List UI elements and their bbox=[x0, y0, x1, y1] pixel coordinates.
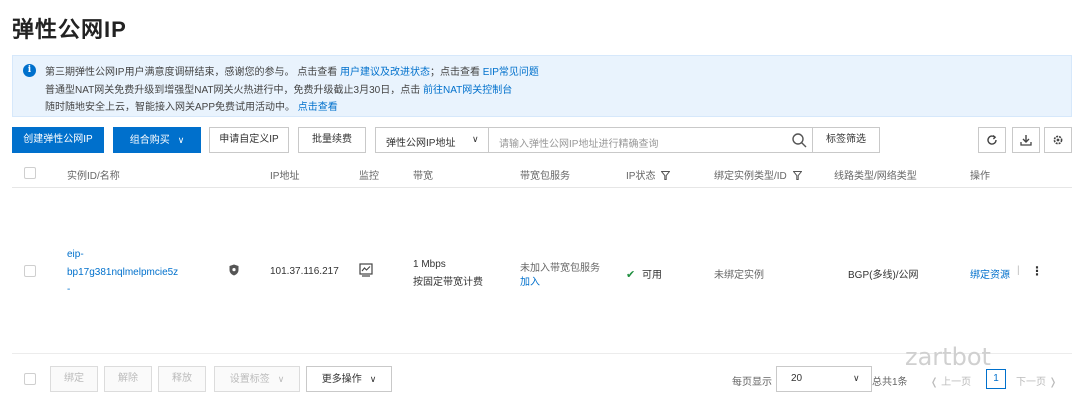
settings-icon[interactable] bbox=[1044, 127, 1072, 153]
more-operations-label: 更多操作 bbox=[321, 374, 362, 385]
header-line-type: 线路类型/网络类型 bbox=[834, 171, 917, 182]
header-bound-type[interactable]: 绑定实例类型/ID bbox=[714, 167, 802, 182]
notice-text: ；点击查看 bbox=[430, 67, 481, 78]
chevron-left-icon: ❬ bbox=[930, 377, 939, 388]
ip-status-label: 可用 bbox=[642, 270, 662, 281]
notice-line-1: 第三期弹性公网IP用户满意度调研结束，感谢您的参与。 点击查看 用户建议及改进状… bbox=[45, 63, 539, 78]
combo-purchase-button[interactable]: 组合购买 ∨ bbox=[113, 127, 201, 153]
line-type: BGP(多线)/公网 bbox=[848, 270, 919, 281]
table-row: eip- bp17g381nqlmelpmcie5z - 101.37.116.… bbox=[12, 189, 1072, 354]
page-size-value: 20 bbox=[791, 373, 803, 384]
filter-icon[interactable] bbox=[792, 171, 802, 180]
feedback-status-link[interactable]: 用户建议及改进状态 bbox=[340, 67, 430, 78]
notice-line-3: 随时随地安全上云，智能接入网关APP免费试用活动中。 点击查看 bbox=[45, 98, 338, 113]
nat-console-link[interactable]: 前往NAT网关控制台 bbox=[423, 85, 512, 96]
total-count: 总共1条 bbox=[872, 377, 908, 388]
watermark: zartbot bbox=[905, 343, 991, 371]
table-header: 实例ID/名称 IP地址 监控 带宽 带宽包服务 IP状态 绑定实例类型/ID … bbox=[12, 158, 1072, 188]
release-button[interactable]: 释放 bbox=[158, 366, 206, 392]
chevron-down-icon: ∨ bbox=[369, 374, 377, 384]
toolbar: 创建弹性公网IP 组合购买 ∨ 申请自定义IP 批量续费 弹性公网IP地址 ∨ 请… bbox=[12, 127, 1072, 153]
more-icon[interactable]: ⋮ bbox=[1031, 264, 1043, 278]
eip-faq-link[interactable]: EIP常见问题 bbox=[483, 67, 539, 78]
ip-address: 101.37.116.217 bbox=[270, 266, 339, 277]
combo-purchase-label: 组合购买 bbox=[129, 135, 170, 146]
refresh-icon[interactable] bbox=[978, 127, 1006, 153]
bind-button[interactable]: 绑定 bbox=[50, 366, 98, 392]
header-bound-type-label: 绑定实例类型/ID bbox=[714, 171, 787, 182]
search-field-select[interactable]: 弹性公网IP地址 ∨ bbox=[375, 127, 489, 153]
next-page-label: 下一页 bbox=[1016, 377, 1046, 388]
notice-banner: i 第三期弹性公网IP用户满意度调研结束，感谢您的参与。 点击查看 用户建议及改… bbox=[12, 55, 1072, 117]
search-input[interactable]: 请输入弹性公网IP地址进行精确查询 bbox=[489, 127, 816, 153]
download-icon[interactable] bbox=[1012, 127, 1040, 153]
header-bandwidth-package: 带宽包服务 bbox=[520, 171, 570, 182]
footer-select-all-checkbox[interactable] bbox=[24, 373, 36, 385]
instance-id-link[interactable]: eip- bbox=[67, 249, 84, 260]
search-field-value: 弹性公网IP地址 bbox=[386, 138, 456, 149]
billing-method: 按固定带宽计费 bbox=[413, 277, 483, 288]
search-placeholder: 请输入弹性公网IP地址进行精确查询 bbox=[499, 139, 659, 150]
chevron-down-icon: ∨ bbox=[853, 373, 860, 383]
set-tags-button[interactable]: 设置标签 ∨ bbox=[214, 366, 300, 392]
next-page-button[interactable]: 下一页 ❭ bbox=[1016, 373, 1057, 388]
chevron-right-icon: ❭ bbox=[1048, 377, 1058, 388]
notice-text: 随时随地安全上云，智能接入网关APP免费试用活动中。 bbox=[45, 102, 296, 113]
create-eip-button[interactable]: 创建弹性公网IP bbox=[12, 127, 104, 153]
select-all-checkbox[interactable] bbox=[24, 167, 36, 179]
view-details-link[interactable]: 点击查看 bbox=[298, 102, 338, 113]
instance-id-link[interactable]: bp17g381nqlmelpmcie5z bbox=[67, 267, 178, 278]
chevron-down-icon: ∨ bbox=[277, 374, 285, 384]
batch-renew-button[interactable]: 批量续费 bbox=[298, 127, 366, 153]
header-ip-status[interactable]: IP状态 bbox=[626, 167, 671, 182]
page-size-label: 每页显示 bbox=[732, 377, 772, 388]
search-icon[interactable] bbox=[792, 133, 807, 148]
header-bandwidth: 带宽 bbox=[413, 171, 433, 182]
row-checkbox[interactable] bbox=[24, 265, 36, 277]
prev-page-button[interactable]: ❬ 上一页 bbox=[930, 373, 971, 388]
tag-filter-button[interactable]: 标签筛选 bbox=[812, 127, 880, 153]
page-title: 弹性公网IP bbox=[12, 17, 127, 42]
check-icon: ✔ bbox=[626, 269, 636, 281]
create-eip-label: 创建弹性公网IP bbox=[23, 134, 93, 145]
bind-resource-link[interactable]: 绑定资源 bbox=[970, 266, 1010, 281]
bandwidth-value: 1 Mbps bbox=[413, 259, 446, 270]
monitor-icon[interactable] bbox=[359, 263, 373, 277]
filter-icon[interactable] bbox=[661, 171, 671, 180]
notice-text: 第三期弹性公网IP用户满意度调研结束，感谢您的参与。 点击查看 bbox=[45, 67, 338, 78]
header-id: 实例ID/名称 bbox=[67, 171, 120, 182]
chevron-down-icon: ∨ bbox=[472, 134, 479, 144]
header-ip-status-label: IP状态 bbox=[626, 171, 656, 182]
page-1-button[interactable]: 1 bbox=[986, 369, 1006, 389]
action-divider: | bbox=[1017, 265, 1020, 276]
header-actions: 操作 bbox=[970, 171, 990, 182]
bandwidth-package-status: 未加入带宽包服务 bbox=[520, 263, 600, 274]
set-tags-label: 设置标签 bbox=[229, 374, 270, 385]
page-size-select[interactable]: 20 ∨ bbox=[776, 366, 872, 392]
custom-ip-button[interactable]: 申请自定义IP bbox=[209, 127, 289, 153]
prev-page-label: 上一页 bbox=[941, 377, 972, 388]
header-monitor: 监控 bbox=[359, 171, 379, 182]
more-operations-button[interactable]: 更多操作 ∨ bbox=[306, 366, 392, 392]
chevron-down-icon: ∨ bbox=[177, 135, 185, 145]
unbind-button[interactable]: 解除 bbox=[104, 366, 152, 392]
join-package-link[interactable]: 加入 bbox=[520, 273, 540, 288]
info-icon: i bbox=[23, 64, 36, 77]
notice-text: 普通型NAT网关免费升级到增强型NAT网关火热进行中，免费升级截止3月30日，点… bbox=[45, 85, 421, 96]
bound-instance: 未绑定实例 bbox=[714, 270, 764, 281]
notice-line-2: 普通型NAT网关免费升级到增强型NAT网关火热进行中，免费升级截止3月30日，点… bbox=[45, 81, 512, 96]
header-ip: IP地址 bbox=[270, 171, 300, 182]
ip-status: ✔ 可用 bbox=[626, 266, 662, 281]
shield-icon bbox=[229, 264, 239, 276]
instance-name[interactable]: - bbox=[67, 284, 70, 295]
